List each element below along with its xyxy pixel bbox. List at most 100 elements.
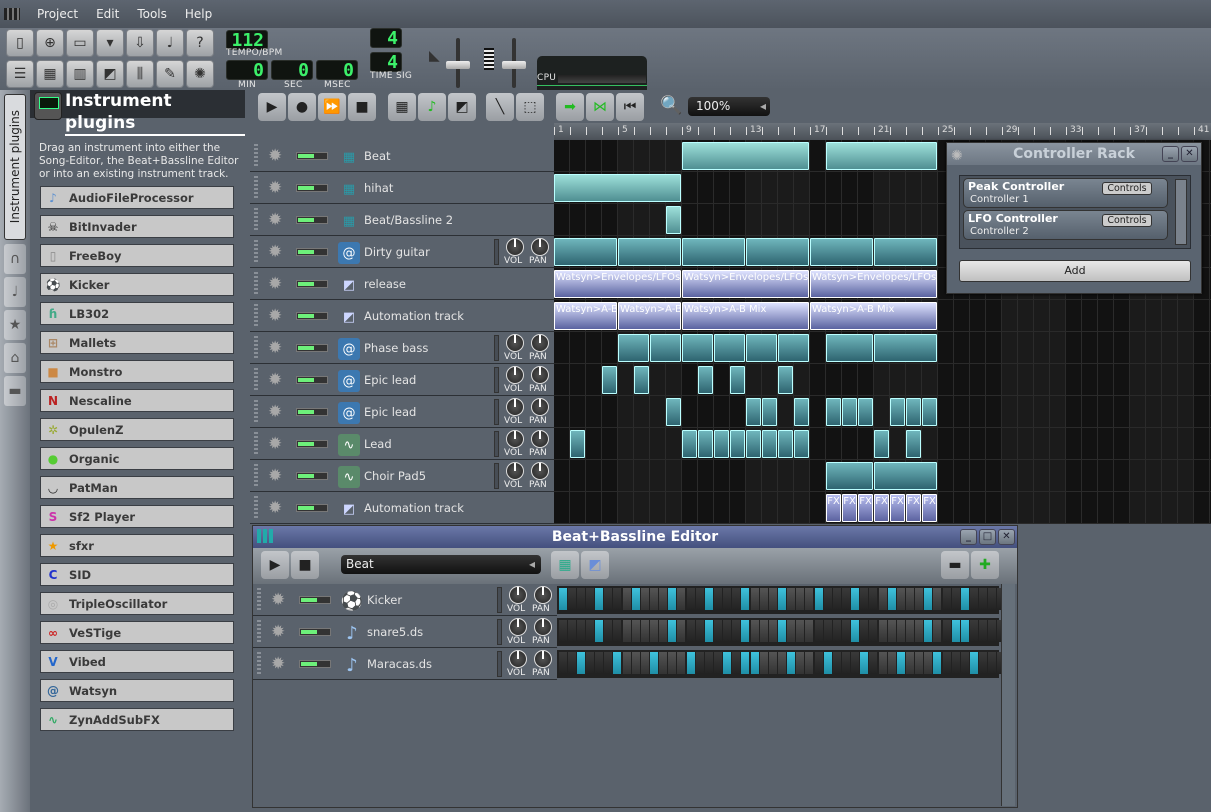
project-notes-button[interactable]: ✎ xyxy=(156,60,184,88)
plugin-item[interactable]: ∞ VeSTige xyxy=(40,621,234,644)
volume-knob[interactable] xyxy=(509,650,527,668)
fx-clip[interactable]: FX xyxy=(842,494,857,522)
step-button[interactable] xyxy=(906,652,914,674)
step-button[interactable] xyxy=(623,620,631,642)
pattern-clip[interactable] xyxy=(842,398,857,426)
track-name[interactable]: Beat/Bassline 2 xyxy=(364,213,453,227)
step-button[interactable] xyxy=(988,620,996,642)
step-button[interactable] xyxy=(778,652,786,674)
step-button[interactable] xyxy=(741,620,749,642)
pattern-clip[interactable] xyxy=(682,142,809,170)
new-from-template-button[interactable]: ⊕ xyxy=(36,29,64,57)
step-button[interactable] xyxy=(641,588,649,610)
fx-clip[interactable]: FX xyxy=(922,494,937,522)
step-button[interactable] xyxy=(778,620,786,642)
step-button[interactable] xyxy=(659,620,667,642)
step-button[interactable] xyxy=(805,652,813,674)
track-drag-handle[interactable] xyxy=(254,368,258,392)
volume-knob[interactable] xyxy=(506,430,524,448)
step-button[interactable] xyxy=(732,652,740,674)
track-name[interactable]: Maracas.ds xyxy=(367,657,432,671)
plugin-item[interactable]: ♪ AudioFileProcessor xyxy=(40,186,234,209)
volume-knob[interactable] xyxy=(506,366,524,384)
automation-clip[interactable]: Watsyn>A-B Mix xyxy=(682,302,809,330)
tempo-display[interactable]: 112 xyxy=(226,30,268,51)
automation-clip[interactable]: Watsyn>A-B Mix xyxy=(810,302,937,330)
automation-clip[interactable]: Watsyn>A-B Mix xyxy=(618,302,681,330)
maximize-button[interactable]: □ xyxy=(979,529,996,545)
master-pitch-slider[interactable] xyxy=(502,38,526,88)
track-drag-handle[interactable] xyxy=(254,272,258,296)
record-accompany-button[interactable]: ⏩ xyxy=(318,93,346,121)
pan-knob[interactable] xyxy=(531,398,549,416)
track-drag-handle[interactable] xyxy=(254,144,258,168)
step-button[interactable] xyxy=(677,652,685,674)
step-button[interactable] xyxy=(769,588,777,610)
step-button[interactable] xyxy=(568,588,576,610)
step-button[interactable] xyxy=(659,652,667,674)
automation-clip[interactable]: Watsyn>Envelopes/LFOs> xyxy=(810,270,937,298)
pattern-clip[interactable] xyxy=(874,462,937,490)
track-drag-handle[interactable] xyxy=(254,496,258,520)
step-button[interactable] xyxy=(888,620,896,642)
step-button[interactable] xyxy=(687,588,695,610)
track-drag-handle[interactable] xyxy=(254,400,258,424)
track-name[interactable]: Dirty guitar xyxy=(364,245,430,259)
step-button[interactable] xyxy=(805,620,813,642)
plugin-item[interactable]: S Sf2 Player xyxy=(40,505,234,528)
step-button[interactable] xyxy=(988,588,996,610)
song-track[interactable]: ✹ ∿ Choir Pad5 VOL PAN xyxy=(250,460,554,492)
track-name[interactable]: Epic lead xyxy=(364,373,416,387)
fx-clip[interactable]: FX xyxy=(858,494,873,522)
step-button[interactable] xyxy=(860,652,868,674)
step-button[interactable] xyxy=(632,620,640,642)
step-button[interactable] xyxy=(897,620,905,642)
step-button[interactable] xyxy=(979,620,987,642)
step-button[interactable] xyxy=(879,620,887,642)
step-button[interactable] xyxy=(687,620,695,642)
track-drag-handle[interactable] xyxy=(254,304,258,328)
pattern-clip[interactable] xyxy=(826,334,873,362)
pan-knob[interactable] xyxy=(531,430,549,448)
track-settings-gear-icon[interactable]: ✹ xyxy=(268,274,282,294)
plugin-item[interactable]: ■ Monstro xyxy=(40,360,234,383)
add-beat-bassline-button[interactable]: ▦ xyxy=(551,551,579,579)
pattern-clip[interactable] xyxy=(666,206,681,234)
pattern-clip[interactable] xyxy=(794,430,809,458)
track-settings-gear-icon[interactable]: ✹ xyxy=(268,434,282,454)
track-drag-handle[interactable] xyxy=(254,336,258,360)
song-track[interactable]: ✹ @ Phase bass VOL PAN xyxy=(250,332,554,364)
step-button[interactable] xyxy=(714,588,722,610)
step-button[interactable] xyxy=(805,588,813,610)
step-button[interactable] xyxy=(769,620,777,642)
pattern-clip[interactable] xyxy=(874,238,937,266)
volume-knob[interactable] xyxy=(509,586,527,604)
step-button[interactable] xyxy=(751,588,759,610)
step-button[interactable] xyxy=(787,588,795,610)
pan-knob[interactable] xyxy=(531,366,549,384)
track-name[interactable]: Phase bass xyxy=(364,341,428,355)
step-button[interactable] xyxy=(723,588,731,610)
time-sig-denominator[interactable]: 4 xyxy=(370,52,402,73)
step-button[interactable] xyxy=(568,652,576,674)
zoom-select[interactable]: 100% xyxy=(688,97,770,116)
step-button[interactable] xyxy=(796,620,804,642)
track-name[interactable]: Lead xyxy=(364,437,392,451)
menu-project[interactable]: Project xyxy=(28,7,87,21)
volume-knob[interactable] xyxy=(506,462,524,480)
step-button[interactable] xyxy=(979,588,987,610)
menu-edit[interactable]: Edit xyxy=(87,7,128,21)
pattern-clip[interactable] xyxy=(906,430,921,458)
step-button[interactable] xyxy=(659,588,667,610)
step-button[interactable] xyxy=(641,620,649,642)
step-button[interactable] xyxy=(879,652,887,674)
bb-stop-button[interactable]: ■ xyxy=(291,551,319,579)
step-button[interactable] xyxy=(632,652,640,674)
pattern-clip[interactable] xyxy=(810,238,873,266)
track-settings-gear-icon[interactable]: ✹ xyxy=(271,654,285,674)
volume-knob[interactable] xyxy=(509,618,527,636)
step-button[interactable] xyxy=(668,652,676,674)
step-button[interactable] xyxy=(924,620,932,642)
step-button[interactable] xyxy=(796,588,804,610)
volume-knob[interactable] xyxy=(506,334,524,352)
